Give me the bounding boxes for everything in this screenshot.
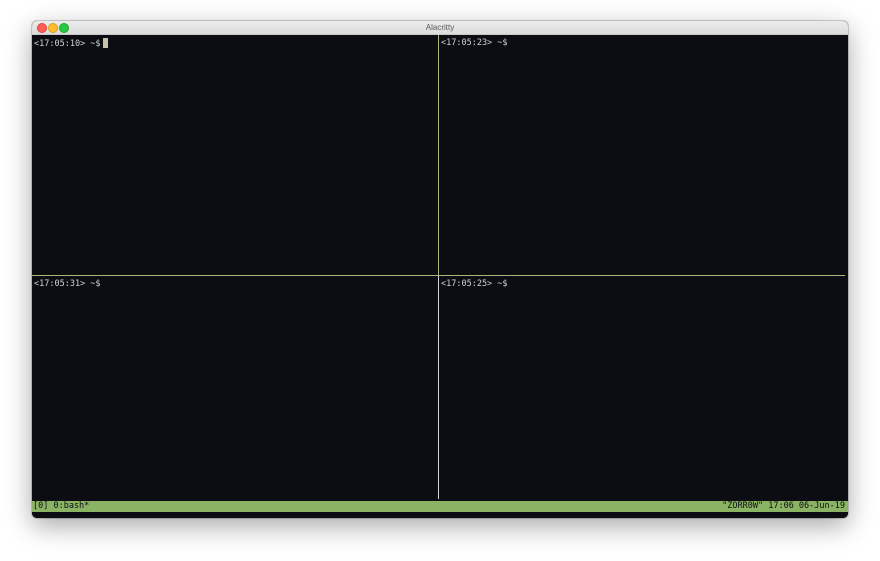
window-title: Alacritty	[425, 23, 455, 32]
shell-prompt: <17:05:25> ~$	[441, 279, 508, 289]
pane-prompt-line: <17:05:25> ~$	[441, 279, 508, 290]
pane-prompt-line: <17:05:10> ~$	[34, 38, 108, 50]
tmux-status-bar: [0] 0:bash* "ZORR0W" 17:06 06-Jun-19	[32, 501, 848, 512]
shell-prompt: <17:05:10> ~$	[34, 39, 101, 49]
text-cursor	[102, 38, 108, 48]
window-list[interactable]: [0] 0:bash*	[33, 501, 89, 512]
pane-bottom-left[interactable]: <17:05:31> ~$	[32, 276, 438, 500]
shell-prompt: <17:05:31> ~$	[34, 279, 101, 289]
status-host-time: "ZORR0W" 17:06 06-Jun-19	[722, 501, 845, 511]
terminal-area[interactable]: <17:05:10> ~$ <17:05:23> ~$ <17:05:31> ~…	[32, 35, 848, 518]
horizontal-pane-divider[interactable]	[32, 275, 845, 276]
pane-prompt-line: <17:05:23> ~$	[441, 38, 508, 49]
terminal-window: Alacritty <17:05:10> ~$ <17:05:23> ~$ <1…	[32, 21, 848, 518]
pane-bottom-right[interactable]: <17:05:25> ~$	[439, 276, 848, 500]
pane-prompt-line: <17:05:31> ~$	[34, 279, 101, 290]
title-bar[interactable]: Alacritty	[32, 21, 848, 35]
vertical-pane-divider-lower[interactable]	[438, 276, 439, 499]
pane-top-left[interactable]: <17:05:10> ~$	[32, 35, 438, 274]
pane-top-right[interactable]: <17:05:23> ~$	[439, 35, 848, 274]
shell-prompt: <17:05:23> ~$	[441, 38, 508, 48]
